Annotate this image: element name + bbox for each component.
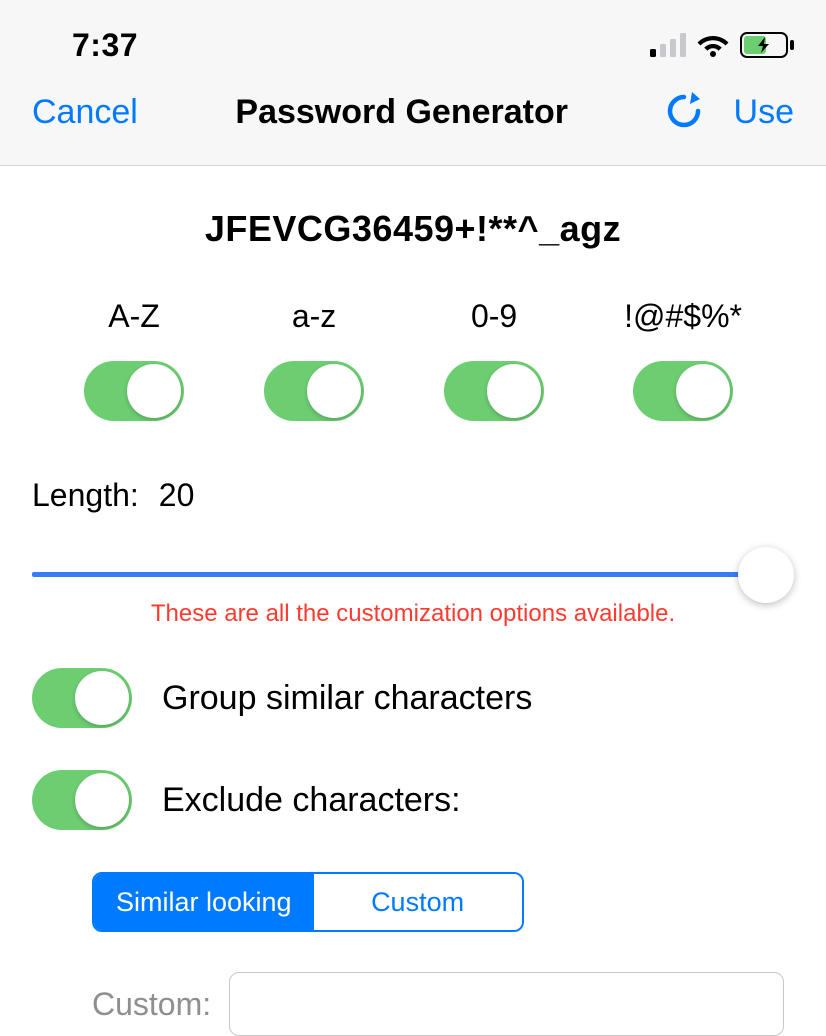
wifi-icon [696,32,730,58]
length-label: Length: [32,477,139,514]
status-bar: 7:37 [0,0,826,80]
toggle-uppercase: A-Z [84,298,184,421]
exclude-characters-switch[interactable] [32,770,132,830]
group-similar-row: Group similar characters [32,668,794,728]
status-icons [650,32,794,58]
customization-note: These are all the customization options … [32,600,794,628]
toggle-symbols-label: !@#$%* [624,298,742,335]
exclude-characters-row: Exclude characters: [32,770,794,830]
toggle-lowercase-switch[interactable] [264,361,364,421]
toggle-digits-switch[interactable] [444,361,544,421]
battery-charging-icon [740,32,794,58]
cellular-signal-icon [650,33,686,57]
generated-password: JFEVCG36459+!**^_agz [32,208,794,250]
group-similar-switch[interactable] [32,668,132,728]
toggle-symbols-switch[interactable] [633,361,733,421]
cancel-button[interactable]: Cancel [32,93,138,132]
segment-custom[interactable]: Custom [314,874,522,930]
toggle-uppercase-label: A-Z [108,298,160,335]
toggle-symbols: !@#$%* [624,298,742,421]
toggle-uppercase-switch[interactable] [84,361,184,421]
length-value: 20 [159,477,195,514]
character-toggles: A-Z a-z 0-9 !@#$%* [32,298,794,421]
refresh-button[interactable] [666,90,702,135]
use-button[interactable]: Use [734,93,794,132]
custom-exclude-label: Custom: [92,986,211,1023]
status-time: 7:37 [72,27,138,64]
custom-exclude-input[interactable] [229,972,784,1036]
length-row: Length: 20 [32,477,794,514]
custom-exclude-row: Custom: [32,972,794,1036]
toggle-lowercase-label: a-z [292,298,336,335]
exclude-characters-label: Exclude characters: [162,781,461,820]
header-bar: Cancel Password Generator Use [0,80,826,166]
toggle-digits: 0-9 [444,298,544,421]
toggle-digits-label: 0-9 [471,298,517,335]
toggle-lowercase: a-z [264,298,364,421]
page-title: Password Generator [235,93,568,132]
refresh-icon [666,90,702,130]
group-similar-label: Group similar characters [162,679,532,718]
exclude-mode-segmented: Similar looking Custom [32,872,794,932]
segment-similar-looking[interactable]: Similar looking [94,874,314,930]
length-slider[interactable] [32,544,794,604]
